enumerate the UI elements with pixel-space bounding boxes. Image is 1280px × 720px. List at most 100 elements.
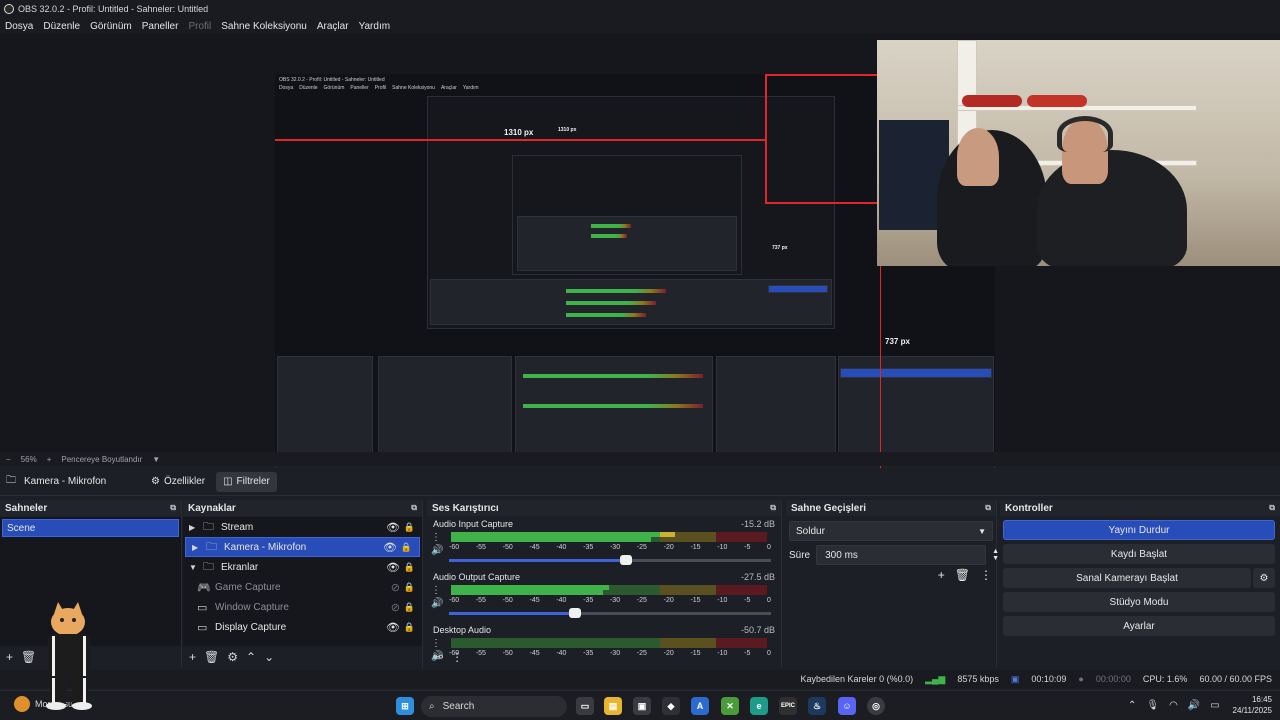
source-row-camera[interactable]: ▶ 🗀 Kamera - Mikrofon 👁 🔒 <box>185 537 420 557</box>
meter-tick-label: -55 <box>475 597 486 604</box>
volume-slider-track[interactable] <box>574 612 771 615</box>
scene-item[interactable]: Scene <box>2 519 179 537</box>
menu-scene-collection[interactable]: Sahne Koleksiyonu <box>221 21 307 32</box>
lock-icon[interactable]: 🔒 <box>401 542 412 553</box>
lock-icon[interactable]: 🔒 <box>404 602 415 613</box>
source-row-screens[interactable]: ▼ 🗀 Ekranlar 👁 🔒 <box>183 557 422 577</box>
task-view-icon[interactable]: ▭ <box>576 697 594 715</box>
menu-view[interactable]: Görünüm <box>90 21 132 32</box>
clock[interactable]: 16:45 24/11/2025 <box>1233 694 1272 716</box>
lock-icon[interactable]: 🔒 <box>404 582 415 593</box>
duration-stepper[interactable]: ▲ ▼ <box>992 548 999 562</box>
zoom-in-button[interactable]: + <box>47 455 52 464</box>
menu-profile[interactable]: Profil <box>188 21 211 32</box>
nested-meter <box>566 313 646 317</box>
dock-float-icon[interactable]: ⧉ <box>770 503 776 513</box>
discord-icon[interactable]: ☺ <box>838 697 856 715</box>
properties-label: Özellikler <box>163 476 206 487</box>
add-scene-button[interactable]: + <box>6 650 13 664</box>
menu-help[interactable]: Yardım <box>359 21 391 32</box>
obs-taskbar-icon[interactable]: ◎ <box>867 697 885 715</box>
zoom-out-button[interactable]: − <box>6 455 11 464</box>
chevron-down-icon[interactable]: ▼ <box>152 455 160 464</box>
virtual-camera-settings-button[interactable]: ⚙ <box>1253 568 1275 588</box>
settings-button[interactable]: Ayarlar <box>1003 616 1275 636</box>
volume-slider-track[interactable] <box>626 559 771 562</box>
minecraft-icon[interactable]: ✕ <box>721 697 739 715</box>
system-tray-icons[interactable]: ⌃ 🎙 ◠ 🔊 ▭ <box>1128 700 1220 711</box>
virtual-camera-button[interactable]: Sanal Kamerayı Başlat <box>1003 568 1251 588</box>
source-row-window-capture[interactable]: ▭ Window Capture ⊘ 🔒 <box>183 597 422 617</box>
delete-transition-button[interactable]: 🗑 <box>955 568 970 582</box>
add-source-button[interactable]: + <box>189 650 196 664</box>
eye-icon[interactable]: 👁 <box>383 541 397 554</box>
advanced-audio-button[interactable]: ⚯ <box>433 650 443 664</box>
edge-icon[interactable]: e <box>750 697 768 715</box>
windows-start-icon[interactable]: ⊞ <box>396 697 414 715</box>
cat-mascot-sticker <box>46 602 92 710</box>
azure-icon[interactable]: A <box>691 697 709 715</box>
studio-mode-button[interactable]: Stüdyo Modu <box>1003 592 1275 612</box>
source-row-game-capture[interactable]: 🎮 Game Capture ⊘ 🔒 <box>183 577 422 597</box>
transition-select[interactable]: Soldur ▼ <box>789 521 993 541</box>
lock-icon[interactable]: 🔒 <box>404 622 415 633</box>
start-recording-button[interactable]: Kaydı Başlat <box>1003 544 1275 564</box>
speaker-icon[interactable]: 🔊 <box>431 544 443 557</box>
source-row-display-capture[interactable]: ▭ Display Capture 👁 🔒 <box>183 617 422 637</box>
channel-menu-icon[interactable]: ⋮ <box>431 584 443 597</box>
dock-float-icon[interactable]: ⧉ <box>1269 503 1275 513</box>
lock-icon[interactable]: 🔒 <box>404 562 415 573</box>
dock-float-icon[interactable]: ⧉ <box>985 503 991 513</box>
volume-slider-knob[interactable] <box>620 555 633 565</box>
stop-stream-button[interactable]: Yayını Durdur <box>1003 520 1275 540</box>
dock-float-icon[interactable]: ⧉ <box>411 503 417 513</box>
menu-file[interactable]: Dosya <box>5 21 33 32</box>
volume-slider-knob[interactable] <box>568 608 581 618</box>
move-up-button[interactable]: ⌃ <box>246 650 256 664</box>
app-icon[interactable]: ◆ <box>662 697 680 715</box>
source-row-stream[interactable]: ▶ 🗀 Stream 👁 🔒 <box>183 517 422 537</box>
measure-width-label-small: 1310 px <box>558 127 577 133</box>
source-properties-button[interactable]: ⚙ <box>227 650 238 664</box>
eye-off-icon[interactable]: ⊘ <box>391 601 400 614</box>
store-icon[interactable]: ▣ <box>633 697 651 715</box>
expand-icon[interactable]: ▶ <box>189 523 203 532</box>
battery-icon[interactable]: ▭ <box>1210 700 1219 711</box>
steam-icon[interactable]: ♨ <box>808 697 826 715</box>
volume-slider-fill[interactable] <box>449 559 627 562</box>
eye-icon[interactable]: 👁 <box>386 561 400 574</box>
expand-icon[interactable]: ▶ <box>192 543 206 552</box>
add-transition-button[interactable]: + <box>938 568 945 582</box>
wifi-icon[interactable]: ◠ <box>1169 700 1178 711</box>
menu-edit[interactable]: Düzenle <box>43 21 80 32</box>
filters-button[interactable]: ◫ Filtreler <box>216 471 277 492</box>
properties-button[interactable]: ⚙ Özellikler <box>144 472 212 492</box>
nested-menu-item: Yardım <box>462 85 479 91</box>
dock-float-icon[interactable]: ⧉ <box>170 503 176 513</box>
eye-icon[interactable]: 👁 <box>386 621 400 634</box>
epic-games-icon[interactable]: EPIC <box>779 697 797 715</box>
lock-icon[interactable]: 🔒 <box>404 522 415 533</box>
mixer-menu-button[interactable]: ⋮ <box>451 650 463 664</box>
channel-menu-icon[interactable]: ⋮ <box>431 531 443 544</box>
move-down-button[interactable]: ⌄ <box>264 650 274 664</box>
meter-tick-label: -10 <box>717 544 728 551</box>
eye-off-icon[interactable]: ⊘ <box>391 581 400 594</box>
volume-slider-fill[interactable] <box>449 612 575 615</box>
fit-to-window-label[interactable]: Pencereye Boyutlandır <box>61 455 142 464</box>
collapse-icon[interactable]: ▼ <box>189 563 203 572</box>
preview-area[interactable]: OBS 32.0.2 - Profil: Untitled - Sahneler… <box>0 34 1280 481</box>
chevron-up-icon[interactable]: ⌃ <box>1128 700 1136 711</box>
menu-docks[interactable]: Paneller <box>142 21 179 32</box>
delete-source-button[interactable]: 🗑 <box>204 650 219 664</box>
eye-icon[interactable]: 👁 <box>386 521 400 534</box>
microphone-icon[interactable]: 🎙 <box>1146 700 1159 711</box>
transition-menu-button[interactable]: ⋮ <box>980 568 992 582</box>
volume-icon[interactable]: 🔊 <box>1188 700 1200 711</box>
meter-tick-label: -25 <box>636 544 647 551</box>
file-explorer-icon[interactable]: ▤ <box>604 697 622 715</box>
taskbar-search[interactable]: ⌕ Search <box>421 696 567 717</box>
speaker-icon[interactable]: 🔊 <box>431 597 443 610</box>
duration-input[interactable]: 300 ms <box>816 545 987 565</box>
menu-tools[interactable]: Araçlar <box>317 21 349 32</box>
